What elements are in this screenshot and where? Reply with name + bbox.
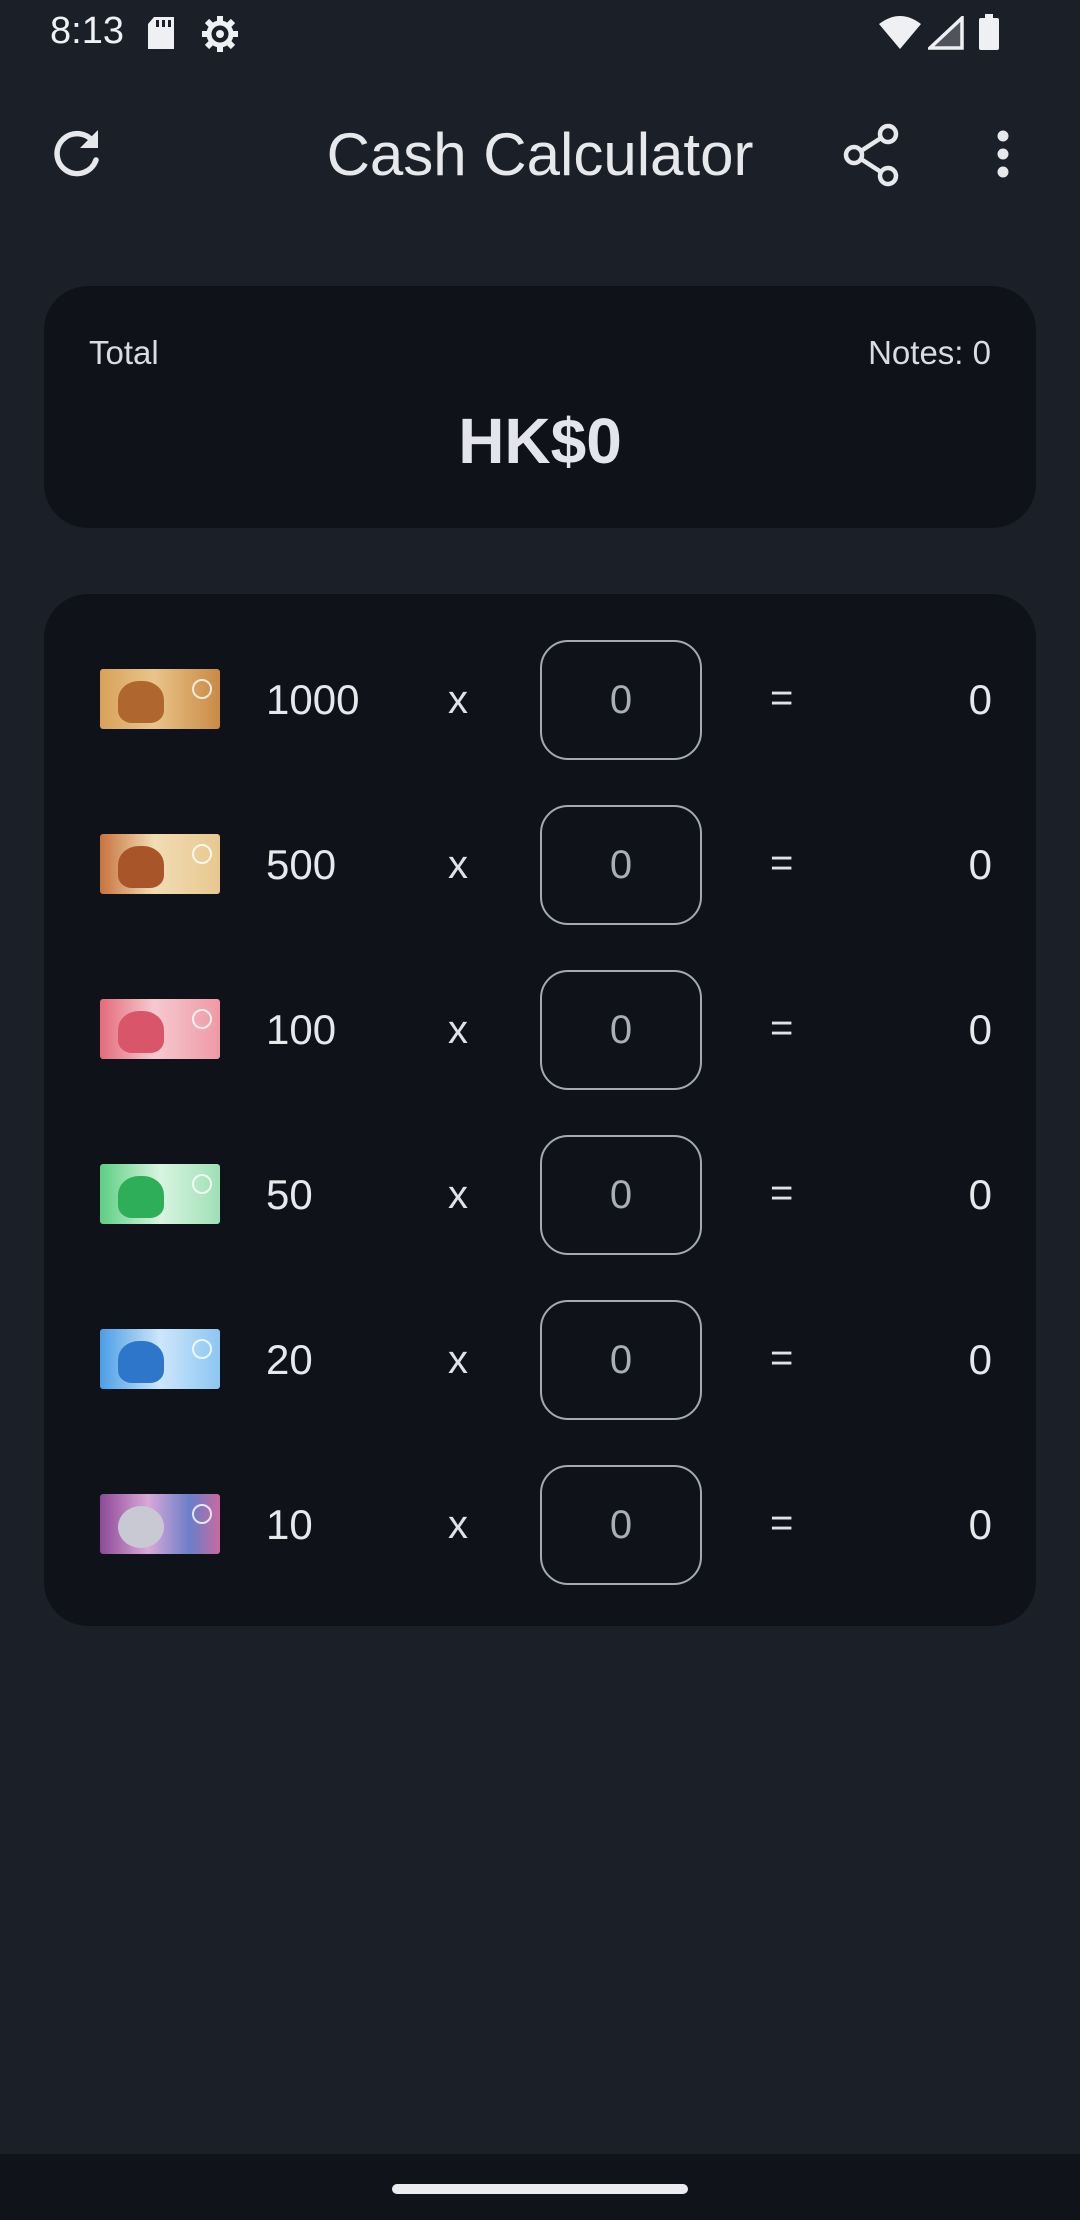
- subtotal-50: 0: [968, 1171, 992, 1218]
- banknote-1000-image: [100, 669, 220, 729]
- quantity-input-20[interactable]: 0: [540, 1300, 702, 1420]
- battery-icon: [978, 14, 1000, 55]
- wifi-icon: [878, 16, 922, 55]
- banknote-500-image: [100, 834, 220, 894]
- denomination-value: 100: [266, 1006, 337, 1053]
- home-gesture-handle[interactable]: [392, 2184, 688, 2194]
- cell-signal-icon: [925, 13, 964, 55]
- more-vert-icon: [997, 130, 1009, 178]
- denomination-row-50: 50 x 0 = 0: [44, 1129, 1036, 1259]
- quantity-input-100[interactable]: 0: [540, 970, 702, 1090]
- equals-sign: =: [770, 1501, 794, 1545]
- multiply-sign: x: [448, 1503, 468, 1547]
- notes-count: Notes: 0: [868, 334, 991, 371]
- denominations-card: 1000 x 0 = 0 500 x 0 = 0 100 x 0 = 0 50 …: [44, 594, 1036, 1626]
- subtotal-20: 0: [968, 1336, 992, 1383]
- denomination-row-10: 10 x 0 = 0: [44, 1459, 1036, 1589]
- banknote-50-image: [100, 1164, 220, 1224]
- denomination-row-20: 20 x 0 = 0: [44, 1294, 1036, 1424]
- denomination-value: 50: [266, 1171, 313, 1218]
- equals-sign: =: [770, 841, 794, 885]
- banknote-10-image: [100, 1494, 220, 1554]
- equals-sign: =: [770, 1336, 794, 1380]
- banknote-100-image: [100, 999, 220, 1059]
- multiply-sign: x: [448, 1173, 468, 1217]
- equals-sign: =: [770, 676, 794, 720]
- status-bar: 8:13: [0, 0, 1080, 66]
- total-label: Total: [89, 334, 159, 371]
- denomination-value: 20: [266, 1336, 313, 1383]
- quantity-input-500[interactable]: 0: [540, 805, 702, 925]
- total-amount: HK$0: [458, 405, 622, 477]
- denomination-value: 500: [266, 841, 337, 888]
- multiply-sign: x: [448, 1008, 468, 1052]
- multiply-sign: x: [448, 1338, 468, 1382]
- subtotal-10: 0: [968, 1501, 992, 1548]
- equals-sign: =: [770, 1171, 794, 1215]
- settings-gear-icon: [200, 14, 240, 59]
- app-bar: Cash Calculator: [0, 100, 1080, 210]
- total-summary-card: Total Notes: 0 HK$0: [44, 286, 1036, 528]
- status-time: 8:13: [50, 10, 124, 52]
- denomination-row-100: 100 x 0 = 0: [44, 964, 1036, 1094]
- denomination-value: 10: [266, 1501, 313, 1548]
- quantity-input-1000[interactable]: 0: [540, 640, 702, 760]
- sd-card-icon: [146, 16, 176, 55]
- multiply-sign: x: [448, 843, 468, 887]
- denomination-value: 1000: [266, 676, 360, 723]
- navigation-bar: [0, 2154, 1080, 2220]
- quantity-input-50[interactable]: 0: [540, 1135, 702, 1255]
- denomination-row-1000: 1000 x 0 = 0: [44, 634, 1036, 764]
- multiply-sign: x: [448, 678, 468, 722]
- equals-sign: =: [770, 1006, 794, 1050]
- subtotal-1000: 0: [968, 676, 992, 723]
- more-options-button[interactable]: [958, 110, 1048, 200]
- banknote-20-image: [100, 1329, 220, 1389]
- app-title: Cash Calculator: [326, 121, 754, 188]
- subtotal-500: 0: [968, 841, 992, 888]
- quantity-input-10[interactable]: 0: [540, 1465, 702, 1585]
- share-icon: [843, 123, 899, 187]
- share-button[interactable]: [826, 110, 916, 200]
- subtotal-100: 0: [968, 1006, 992, 1053]
- denomination-row-500: 500 x 0 = 0: [44, 799, 1036, 929]
